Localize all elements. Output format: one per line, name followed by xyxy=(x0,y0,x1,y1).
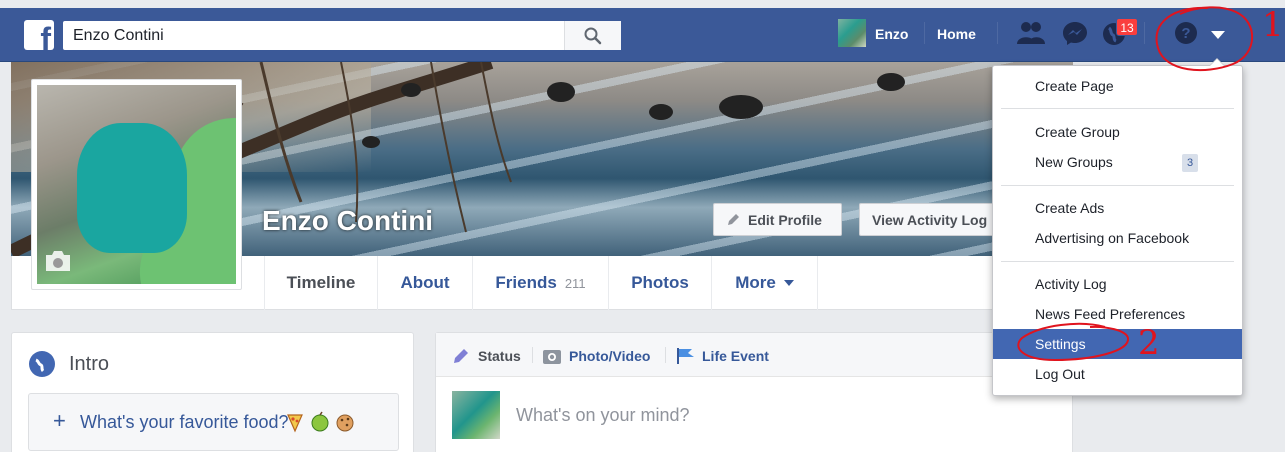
account-dropdown-menu: Create Page Create Group New Groups 3 Cr… xyxy=(992,58,1243,396)
menu-item-log-out[interactable]: Log Out xyxy=(993,359,1242,389)
new-groups-count: 3 xyxy=(1182,154,1198,172)
composer-tab-status-label: Status xyxy=(478,348,521,364)
menu-item-label: New Groups xyxy=(1035,154,1113,170)
tab-more-label: More xyxy=(735,273,776,292)
tab-timeline-label: Timeline xyxy=(286,273,356,292)
tab-photos[interactable]: Photos xyxy=(609,256,712,310)
home-link[interactable]: Home xyxy=(937,26,976,42)
edit-profile-button[interactable]: Edit Profile xyxy=(713,203,842,236)
menu-item-label: Settings xyxy=(1035,336,1086,352)
flag-icon xyxy=(677,348,694,364)
menu-item-create-ads[interactable]: Create Ads xyxy=(993,193,1242,223)
notifications-badge: 13 xyxy=(1116,18,1138,36)
composer-tab-life-event-label: Life Event xyxy=(702,348,769,364)
intro-title: Intro xyxy=(69,353,110,375)
menu-item-create-page[interactable]: Create Page xyxy=(993,71,1242,101)
tab-about-label: About xyxy=(400,273,450,292)
tab-about[interactable]: About xyxy=(378,256,473,310)
pencil-icon xyxy=(728,213,739,225)
menu-item-new-groups[interactable]: New Groups 3 xyxy=(993,147,1242,177)
globe-icon xyxy=(29,351,55,377)
food-emoji-icons xyxy=(287,411,354,433)
photo-person-shape xyxy=(77,123,187,253)
search-button[interactable] xyxy=(564,21,621,50)
menu-item-news-feed-preferences[interactable]: News Feed Preferences xyxy=(993,299,1242,329)
profile-name[interactable]: Enzo Contini xyxy=(262,205,433,237)
user-avatar[interactable] xyxy=(838,19,866,47)
favorite-food-prompt[interactable]: + What's your favorite food? xyxy=(28,393,399,451)
post-composer: Status Photo/Video Life Event What's on … xyxy=(435,332,1073,452)
search-box xyxy=(63,21,621,50)
nav-divider xyxy=(997,22,998,44)
menu-item-label: Create Ads xyxy=(1035,200,1105,216)
menu-item-label: Log Out xyxy=(1035,366,1085,382)
tab-friends-label: Friends xyxy=(495,273,557,292)
composer-tab-photo-video[interactable]: Photo/Video xyxy=(542,347,650,365)
plus-icon: + xyxy=(53,408,66,433)
account-menu-caret-icon[interactable] xyxy=(1211,31,1225,39)
menu-item-create-group[interactable]: Create Group xyxy=(993,117,1242,147)
tab-photos-label: Photos xyxy=(631,273,689,292)
menu-item-label: Activity Log xyxy=(1035,276,1107,292)
facebook-logo[interactable]: f xyxy=(24,20,54,50)
facebook-logo-letter: f xyxy=(40,21,51,50)
menu-divider xyxy=(1001,108,1234,109)
tab-friends[interactable]: Friends 211 xyxy=(473,256,609,310)
camera-icon xyxy=(543,350,561,364)
menu-item-label: Create Group xyxy=(1035,124,1120,140)
view-activity-log-label: View Activity Log xyxy=(872,211,988,228)
tab-more[interactable]: More xyxy=(712,256,818,310)
tab-timeline[interactable]: Timeline xyxy=(264,256,378,310)
intro-card: Intro + What's your favorite food? xyxy=(11,332,414,452)
menu-divider xyxy=(1001,185,1234,186)
composer-tab-divider xyxy=(532,347,533,363)
nav-divider xyxy=(1144,22,1145,44)
view-activity-log-button[interactable]: View Activity Log xyxy=(859,203,1004,236)
pencil-icon xyxy=(454,349,468,363)
menu-item-advertising[interactable]: Advertising on Facebook xyxy=(993,223,1242,253)
messenger-icon[interactable] xyxy=(1061,20,1089,46)
composer-tab-divider xyxy=(665,347,666,363)
chevron-down-icon xyxy=(783,280,794,286)
profile-link[interactable]: Enzo xyxy=(875,26,908,42)
camera-icon[interactable] xyxy=(43,249,73,273)
svg-text:?: ? xyxy=(1181,25,1190,42)
menu-item-label: Create Page xyxy=(1035,78,1114,94)
search-input[interactable] xyxy=(63,21,563,50)
menu-item-label: News Feed Preferences xyxy=(1035,306,1186,322)
composer-input-placeholder[interactable]: What's on your mind? xyxy=(516,405,690,426)
composer-tab-life-event[interactable]: Life Event xyxy=(676,347,769,365)
menu-item-settings[interactable]: Settings xyxy=(993,329,1242,359)
edit-profile-label: Edit Profile xyxy=(748,211,822,228)
favorite-food-label: What's your favorite food? xyxy=(80,412,289,432)
composer-tabs: Status Photo/Video Life Event xyxy=(436,333,1072,377)
friend-requests-icon[interactable] xyxy=(1015,20,1047,46)
menu-item-activity-log[interactable]: Activity Log xyxy=(993,269,1242,299)
friends-count: 211 xyxy=(564,275,586,291)
top-navigation-bar: f xyxy=(0,8,1285,62)
help-icon[interactable]: ? xyxy=(1173,20,1199,46)
nav-divider xyxy=(924,22,925,44)
composer-tab-status[interactable]: Status xyxy=(452,347,521,365)
menu-item-label: Advertising on Facebook xyxy=(1035,230,1190,246)
top-strip xyxy=(0,0,1285,8)
menu-divider xyxy=(1001,261,1234,262)
composer-tab-photo-video-label: Photo/Video xyxy=(569,348,651,364)
search-icon xyxy=(584,27,602,44)
composer-avatar xyxy=(452,391,500,439)
